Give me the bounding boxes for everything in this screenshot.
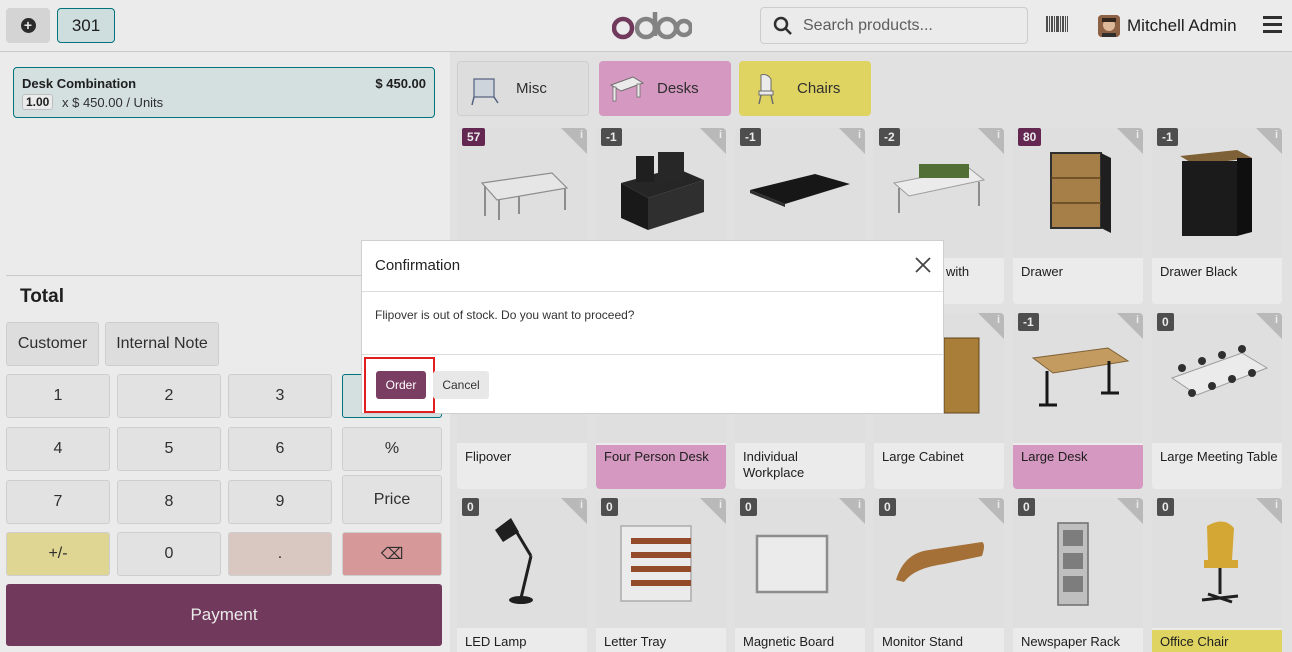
dialog-title: Confirmation xyxy=(375,257,461,274)
cancel-button[interactable]: Cancel xyxy=(433,371,489,399)
confirmation-dialog: Confirmation Flipover is out of stock. D… xyxy=(361,240,944,414)
dialog-divider xyxy=(362,354,943,355)
close-icon[interactable] xyxy=(915,257,931,273)
dialog-header: Confirmation xyxy=(362,241,943,292)
order-button[interactable]: Order xyxy=(376,371,426,399)
dialog-message: Flipover is out of stock. Do you want to… xyxy=(375,308,635,322)
